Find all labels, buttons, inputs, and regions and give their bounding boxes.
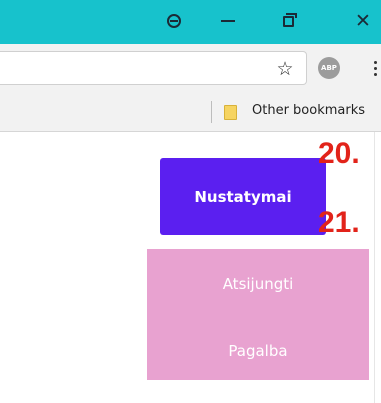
browser-titlebar: ✕ [0,0,381,44]
folder-icon[interactable] [224,105,237,120]
bookmarks-divider [211,101,212,123]
scrollbar-edge [374,132,375,403]
browser-toolbar: ☆ ABP [0,44,381,92]
settings-button[interactable]: Nustatymai [160,158,326,235]
other-bookmarks-link[interactable]: Other bookmarks [252,103,365,118]
bookmarks-bar: Other bookmarks [0,92,381,132]
annotation-label-21: 21. [318,206,360,239]
account-dropdown-menu: Atsijungti Pagalba [147,249,369,380]
restore-icon[interactable] [274,8,302,34]
annotation-label-20: 20. [318,137,360,170]
menu-item-help[interactable]: Pagalba [147,331,369,371]
profile-icon[interactable] [160,8,188,34]
more-vert-icon[interactable] [372,56,378,80]
adblock-icon[interactable]: ABP [318,57,340,79]
minimize-icon[interactable] [214,8,242,34]
close-icon[interactable]: ✕ [349,8,377,34]
address-bar[interactable]: ☆ [0,51,307,85]
bookmark-star-icon[interactable]: ☆ [274,58,296,80]
menu-item-logout[interactable]: Atsijungti [147,264,369,304]
